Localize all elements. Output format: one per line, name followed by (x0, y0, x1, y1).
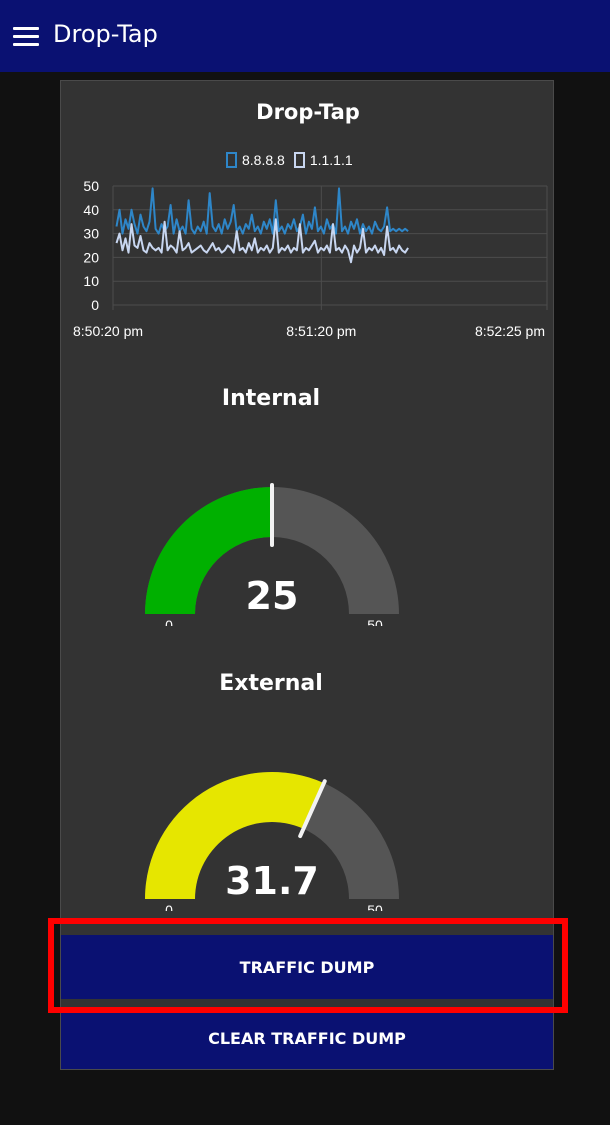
gauge-external: 31.7 p/sec 0 50 (145, 772, 399, 911)
x-tick-label: 8:52:25 pm (475, 323, 545, 339)
top-bar: Drop-Tap (0, 0, 610, 72)
x-tick-label: 8:50:20 pm (73, 323, 143, 339)
y-tick-label: 40 (83, 202, 99, 218)
gauge-unit: p/sec (255, 623, 288, 626)
y-tick-label: 10 (83, 273, 99, 289)
dashboard-panel: Drop-Tap 8.8.8.8 1.1.1.1 0 10 20 30 40 50 8:50… (60, 80, 554, 1070)
y-tick-label: 20 (83, 249, 99, 265)
app-title: Drop-Tap (53, 20, 158, 48)
gauge-max-label: 50 (367, 617, 383, 626)
y-tick-label: 50 (83, 178, 99, 194)
series-line-8-8-8-8 (115, 187, 409, 235)
gauge-max-label: 50 (367, 902, 383, 911)
x-tick-label: 8:51:20 pm (286, 323, 356, 339)
y-tick-label: 30 (83, 226, 99, 242)
gauge-min-label: 0 (165, 617, 173, 626)
gauge-unit: p/sec (255, 908, 288, 911)
gauge-internal: 25 p/sec 0 50 (145, 483, 399, 626)
gauge-value: 31.7 (225, 859, 319, 903)
ping-line-chart: 0 10 20 30 40 50 8:50:20 pm 8:51:20 pm 8:52:25 p… (73, 178, 548, 339)
gauge-title-external: External (219, 671, 323, 696)
clear-traffic-dump-button[interactable]: CLEAR TRAFFIC DUMP (61, 1007, 553, 1069)
gauge-title-internal: Internal (221, 386, 321, 411)
traffic-dump-button[interactable]: TRAFFIC DUMP (61, 935, 553, 999)
hamburger-menu-icon[interactable] (13, 27, 39, 47)
y-tick-label: 0 (91, 297, 99, 313)
gauge-value: 25 (246, 574, 299, 618)
gauge-min-label: 0 (165, 902, 173, 911)
